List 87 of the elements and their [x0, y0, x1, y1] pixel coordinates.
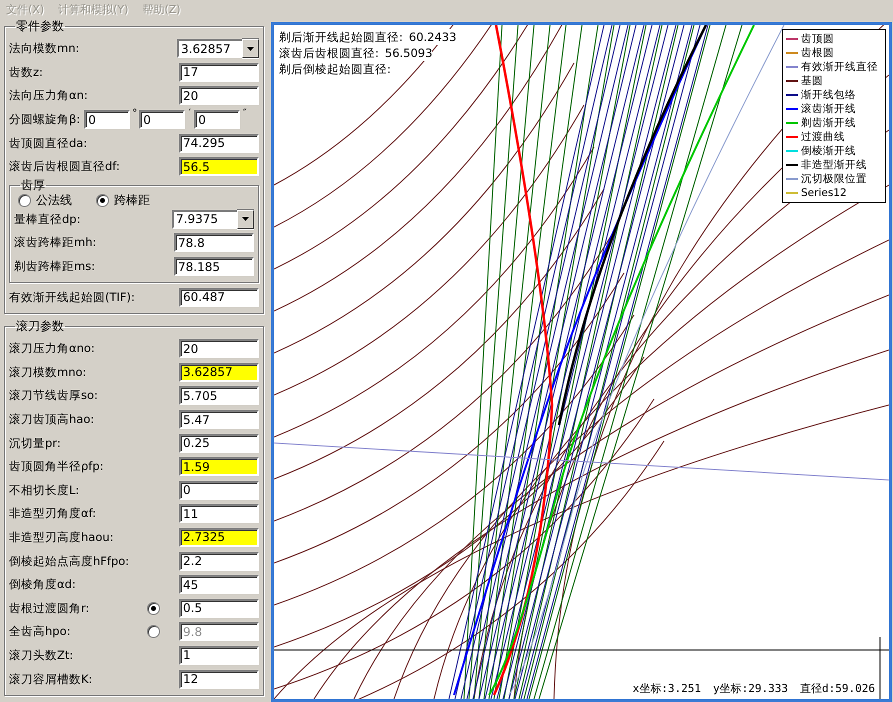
legend-label: 过渡曲线 [801, 130, 845, 144]
field-label: 齿顶圆角半径ρfp: [9, 459, 105, 474]
radio-button[interactable] [146, 602, 160, 615]
field-label: 滚刀模数mno: [9, 364, 88, 380]
field-label: 滚齿跨棒距mh: [14, 235, 98, 250]
field-label: 滚齿后齿根圆直径df: [9, 159, 121, 174]
info-label: 剃后倒棱起始圆直径: [279, 61, 391, 77]
input-field[interactable]: 78.185 [174, 257, 254, 276]
field-label: 滚刀头数Zt: [9, 648, 74, 663]
legend-label: 齿顶圆 [801, 32, 834, 46]
field-label: 非造型刃角度αf: [9, 506, 98, 522]
field-label: 倒棱角度αd: [9, 577, 77, 592]
unit-label: ′ [188, 108, 192, 119]
legend-label: 基圆 [801, 74, 823, 88]
unit-label: ″ [242, 108, 248, 119]
coordinate-readout: x坐标:3.251 [632, 681, 702, 696]
input-field[interactable]: 17 [179, 62, 259, 82]
input-field[interactable]: 3.62857 [179, 362, 259, 382]
group-title: 零件参数 [15, 18, 65, 35]
input-field[interactable]: 0 [84, 110, 130, 130]
field-label: 滚刀节线齿厚so: [9, 388, 99, 404]
field-label: 法向模数mn: [9, 41, 80, 56]
legend-label: 剃齿渐开线 [801, 116, 856, 130]
legend-label: 齿根圆 [801, 46, 834, 60]
info-label: 滚齿后齿根圆直径: [279, 45, 379, 61]
caret-icon [247, 46, 254, 51]
input-field[interactable]: 1 [179, 646, 259, 665]
legend-label: 渐开线包络 [801, 88, 856, 102]
field-label: 齿数z: [9, 64, 44, 80]
input-field[interactable]: 2.2 [179, 552, 259, 571]
group-title: 齿厚 [20, 176, 46, 194]
field-label: 滚刀容屑槽数K: [9, 672, 94, 687]
group-title: 滚刀参数 [15, 318, 65, 335]
field-label: 剃齿跨棒距ms: [14, 259, 96, 274]
option-label: 跨棒距 [114, 192, 150, 210]
field-label: 沉切量pr: [9, 436, 62, 451]
radio-button[interactable] [18, 194, 31, 208]
field-label: 滚刀压力角αno: [9, 341, 96, 356]
field-label: 有效渐开线起始圆(TIF): [9, 290, 136, 305]
legend-label: Series12 [801, 187, 847, 199]
info-label: 剃后渐开线起始圆直径: [279, 29, 403, 45]
info-value: 60.2433 [408, 29, 456, 45]
legend-label: 沉切极限位置 [801, 172, 867, 186]
field-label: 滚刀齿顶高hao: [9, 412, 96, 428]
option-label: 公法线 [36, 192, 72, 210]
field-label: 量棒直径dp: [14, 212, 82, 227]
field-label: 不相切长度L: [9, 482, 80, 498]
unit-label: ° [131, 108, 138, 119]
field-label: 分圆螺旋角β: [9, 112, 80, 128]
input-field[interactable]: 74.295 [179, 134, 259, 153]
input-field[interactable]: 2.7325 [179, 528, 259, 547]
input-field[interactable]: 20 [179, 86, 259, 106]
dropdown-field[interactable]: 3.62857 [177, 39, 242, 58]
legend-label: 倒棱渐开线 [801, 144, 856, 158]
input-field[interactable]: 45 [179, 575, 259, 594]
input-field[interactable]: 60.487 [179, 288, 259, 307]
input-field[interactable]: 5.47 [179, 410, 259, 430]
field-label: 齿根过渡圆角r: [9, 600, 90, 616]
legend-label: 滚齿渐开线 [801, 102, 856, 116]
dropdown-button[interactable] [237, 210, 254, 229]
input-field[interactable]: 11 [179, 504, 259, 524]
input-field[interactable]: 0 [139, 110, 186, 130]
coordinate-readout: 直径d:59.026 [800, 681, 875, 696]
field-label: 齿顶圆直径da: [9, 136, 88, 151]
input-field[interactable]: 56.5 [179, 157, 259, 176]
dropdown-button[interactable] [242, 39, 259, 58]
input-field[interactable]: 78.8 [174, 233, 254, 252]
input-field[interactable]: 0 [179, 480, 259, 500]
radio-option[interactable]: 公法线 [18, 192, 72, 210]
input-field[interactable]: 20 [179, 339, 259, 358]
radio-option[interactable]: 跨棒距 [96, 192, 150, 210]
dropdown-field[interactable]: 7.9375 [172, 210, 237, 229]
field-label: 非造型刃高度haou: [9, 530, 115, 545]
legend-label: 非造型渐开线 [801, 158, 867, 172]
legend-label: 有效渐开线直径 [801, 60, 878, 74]
field-label: 法向压力角αn: [9, 88, 89, 104]
input-field[interactable]: 1.59 [179, 457, 259, 476]
field-label: 倒棱起始点高度hFfpo: [9, 554, 130, 569]
coordinate-readout: y坐标:29.333 [713, 681, 788, 696]
input-field[interactable]: 12 [179, 670, 259, 689]
input-field[interactable]: 5.705 [179, 386, 259, 406]
input-field[interactable]: 0.5 [179, 598, 259, 618]
input-field[interactable]: 0 [194, 110, 240, 130]
radio-button[interactable] [96, 194, 109, 208]
input-field[interactable]: 0.25 [179, 434, 259, 453]
field-label: 全齿高hpo: [9, 624, 72, 640]
caret-icon [242, 217, 249, 222]
